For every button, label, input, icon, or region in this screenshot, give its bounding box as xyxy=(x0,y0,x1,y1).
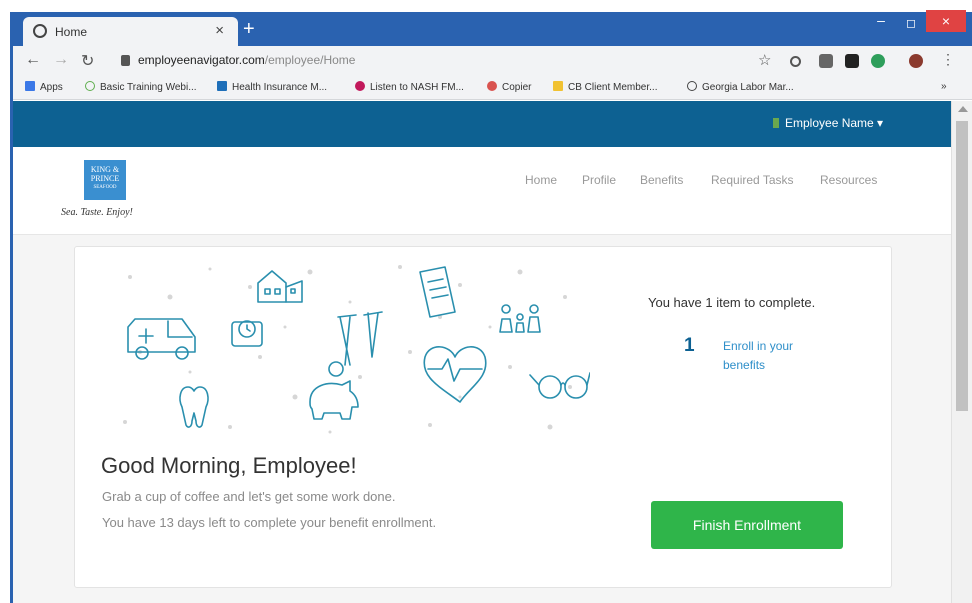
extension-square-icon[interactable] xyxy=(819,54,833,68)
nav-resources[interactable]: Resources xyxy=(820,173,877,187)
extension-circle-icon[interactable] xyxy=(790,56,801,67)
greeting-subtitle: Grab a cup of coffee and let's get some … xyxy=(102,489,396,504)
welcome-card: Good Morning, Employee! Grab a cup of co… xyxy=(74,246,892,588)
nav-benefits[interactable]: Benefits xyxy=(640,173,683,187)
new-tab-button[interactable]: + xyxy=(243,18,255,41)
glasses-icon xyxy=(529,372,590,399)
nav-required-tasks[interactable]: Required Tasks xyxy=(711,173,794,187)
finish-enrollment-button[interactable]: Finish Enrollment xyxy=(651,501,843,549)
profile-avatar-icon[interactable] xyxy=(909,54,923,68)
document-icon xyxy=(419,266,456,318)
ambulance-icon xyxy=(127,318,196,360)
scroll-up-icon[interactable] xyxy=(958,106,968,112)
screen: Home × + – ◻ × ← → ↻ employeenavigator.c… xyxy=(0,0,972,603)
close-window-button[interactable]: × xyxy=(926,10,966,32)
nav-profile[interactable]: Profile xyxy=(582,173,616,187)
apps-grid-icon xyxy=(25,81,35,91)
reload-icon[interactable]: ↻ xyxy=(81,51,94,71)
forward-icon[interactable]: → xyxy=(53,51,69,69)
greeting-title: Good Morning, Employee! xyxy=(101,453,357,478)
company-logo[interactable]: KING & PRINCE SEAFOOD xyxy=(84,160,126,200)
nav-home[interactable]: Home xyxy=(525,173,557,187)
enrollment-deadline: You have 13 days left to complete your b… xyxy=(102,515,437,530)
bookmark-star-icon[interactable]: ☆ xyxy=(758,51,771,69)
globe-icon xyxy=(687,81,697,91)
bookmark-item[interactable]: Basic Training Webi... xyxy=(85,81,197,93)
bookmarks-bar: Apps Basic Training Webi... Health Insur… xyxy=(13,76,972,100)
tasks-heading: You have 1 item to complete. xyxy=(648,295,816,310)
bookmark-item[interactable]: Copier xyxy=(487,81,531,93)
bookmark-apps[interactable]: Apps xyxy=(25,81,63,93)
tooth-icon xyxy=(179,386,209,428)
scrollbar-thumb[interactable] xyxy=(956,121,968,411)
back-icon[interactable]: ← xyxy=(25,51,41,69)
bookmark-item[interactable]: Georgia Labor Mar... xyxy=(687,81,794,93)
tab-title: Home xyxy=(55,25,88,39)
browser-menu-icon[interactable]: ⋮ xyxy=(941,51,955,68)
tab-close-icon[interactable]: × xyxy=(215,22,224,39)
bookmark-favicon-icon xyxy=(487,81,497,91)
page-viewport: Employee Name ▾ KING & PRINCE SEAFOOD Se… xyxy=(13,101,951,603)
piggy-bank-icon xyxy=(309,361,359,420)
browser-toolbar: ← → ↻ employeenavigator.com/employee/Hom… xyxy=(13,46,972,76)
url-text: employeenavigator.com/employee/Home xyxy=(138,53,356,67)
logo-tagline: Sea. Taste. Enjoy! xyxy=(61,207,133,218)
lock-icon xyxy=(121,55,130,66)
bookmark-favicon-icon xyxy=(553,81,563,91)
bookmarks-overflow-icon[interactable]: » xyxy=(941,81,947,92)
bookmark-favicon-icon xyxy=(217,81,227,91)
bookmark-item[interactable]: Listen to NASH FM... xyxy=(355,81,464,93)
globe-icon xyxy=(85,81,95,91)
heart-icon xyxy=(423,346,487,403)
crutches-icon xyxy=(337,311,383,366)
clock-icon xyxy=(231,320,263,347)
extension-badge-icon[interactable] xyxy=(871,54,885,68)
user-icon xyxy=(773,118,779,128)
bookmark-item[interactable]: Health Insurance M... xyxy=(217,81,327,93)
heart-favicon-icon xyxy=(355,81,365,91)
top-navbar: Employee Name ▾ xyxy=(13,101,951,147)
enroll-benefits-link[interactable]: Enroll in your benefits xyxy=(723,337,823,375)
benefits-illustration xyxy=(123,265,590,434)
address-bar[interactable]: employeenavigator.com/employee/Home xyxy=(116,50,796,72)
site-header: KING & PRINCE SEAFOOD Sea. Taste. Enjoy!… xyxy=(13,147,951,235)
extension-pdf-icon[interactable] xyxy=(845,54,859,68)
globe-icon xyxy=(33,24,47,38)
minimize-button[interactable]: – xyxy=(866,12,896,34)
family-icon xyxy=(499,304,541,333)
maximize-button[interactable]: ◻ xyxy=(896,12,926,34)
bookmark-item[interactable]: CB Client Member... xyxy=(553,81,657,93)
browser-tab-home[interactable]: Home × xyxy=(23,17,238,46)
page-scrollbar[interactable] xyxy=(951,101,972,603)
user-menu[interactable]: Employee Name ▾ xyxy=(773,116,883,130)
task-number: 1 xyxy=(684,335,695,356)
building-icon xyxy=(257,270,303,303)
